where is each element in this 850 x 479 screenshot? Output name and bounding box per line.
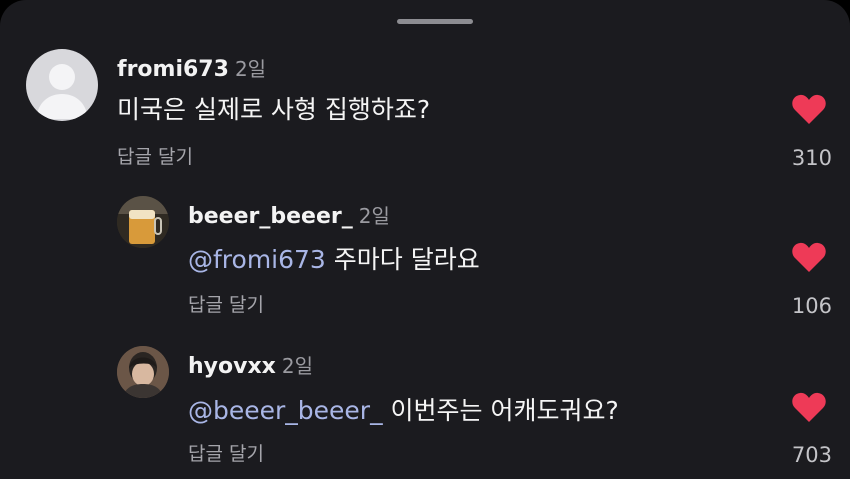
comment-body: 미국은 실제로 사형 집행하죠? (117, 95, 431, 124)
heart-icon[interactable] (791, 391, 827, 423)
comment-body: 이번주는 어캐도궈요? (390, 396, 619, 425)
comment-time: 2일 (281, 354, 313, 378)
comment-text: @beeer_beeer_ 이번주는 어캐도궈요? (188, 391, 619, 427)
user-avatar[interactable] (117, 196, 169, 248)
reply-button[interactable]: 답글 달기 (188, 290, 264, 317)
like-count: 106 (791, 294, 832, 318)
comment-username[interactable]: beeer_beeer_ (188, 204, 353, 229)
comment-time: 2일 (234, 57, 267, 81)
default-avatar[interactable] (26, 49, 98, 121)
mention-link[interactable]: @fromi673 (188, 245, 326, 274)
heart-icon[interactable] (791, 241, 827, 273)
like-count: 703 (791, 443, 832, 467)
comments-sheet: fromi673 2일 미국은 실제로 사형 집행하죠? 답글 달기 310 be… (0, 0, 850, 479)
comment-text: @fromi673 주마다 달라요 (188, 240, 480, 276)
heart-icon[interactable] (791, 93, 827, 125)
comment-username[interactable]: hyovxx (188, 354, 276, 379)
comment-text: 미국은 실제로 사형 집행하죠? (117, 90, 430, 126)
comment-time: 2일 (358, 204, 390, 228)
user-avatar[interactable] (117, 346, 169, 398)
mention-link[interactable]: @beeer_beeer_ (188, 396, 383, 425)
reply-button[interactable]: 답글 달기 (188, 439, 264, 466)
comment-username[interactable]: fromi673 (117, 57, 229, 82)
reply-button[interactable]: 답글 달기 (117, 142, 193, 169)
drag-handle[interactable] (397, 19, 473, 24)
comment-body: 주마다 달라요 (333, 245, 480, 274)
like-count: 310 (791, 146, 832, 170)
